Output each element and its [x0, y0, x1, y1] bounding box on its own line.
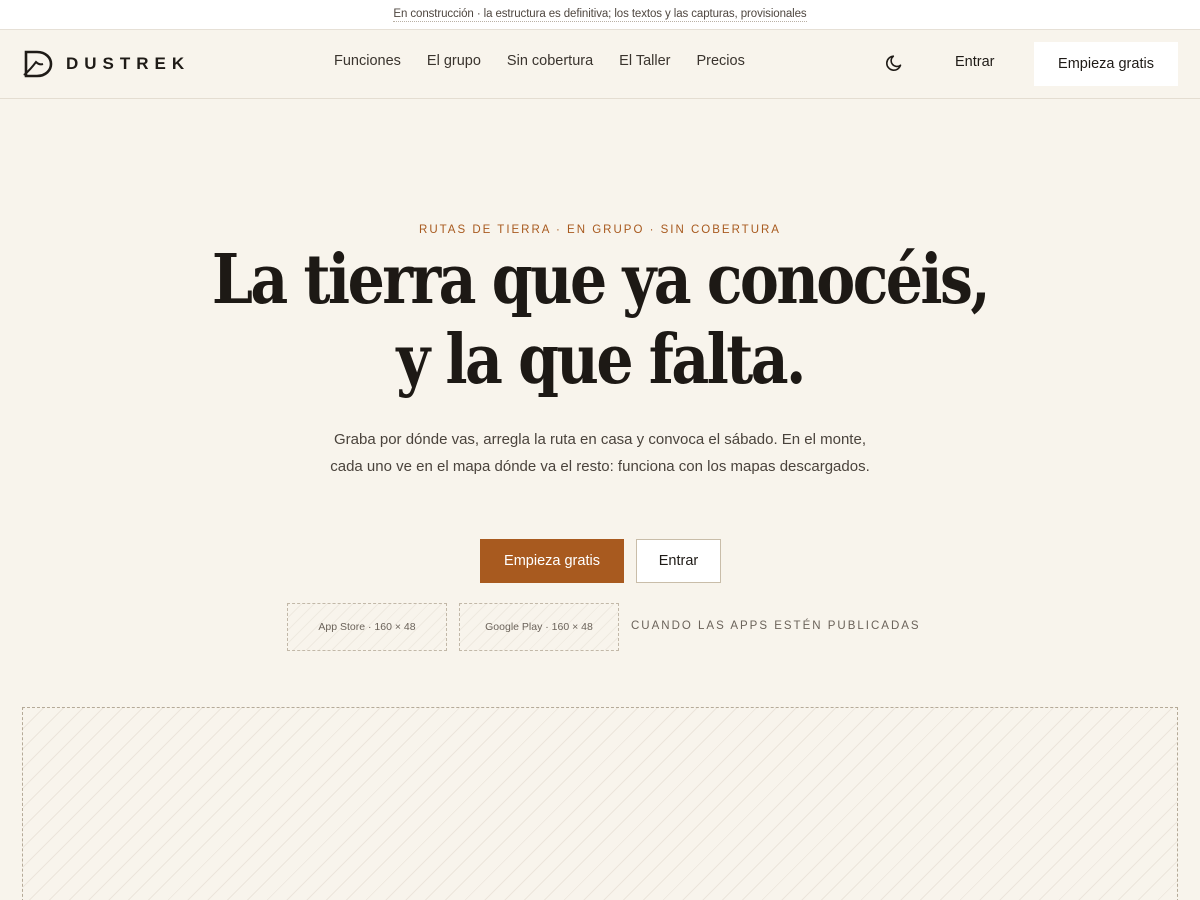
construction-banner-text[interactable]: En construcción · la estructura es defin…	[393, 8, 807, 22]
nav-item-el-grupo[interactable]: El grupo	[427, 53, 481, 69]
hero-subtitle: Graba por dónde vas, arregla la ruta en …	[330, 431, 870, 475]
nav-item-sin-cobertura[interactable]: Sin cobertura	[507, 53, 593, 69]
hero-title-line-2: y la que falta.	[396, 320, 806, 400]
construction-banner: En construcción · la estructura es defin…	[0, 0, 1200, 30]
app-store-badge-label: App Store · 160 × 48	[318, 621, 416, 633]
nav-item-funciones[interactable]: Funciones	[334, 53, 401, 69]
main-nav: Funciones El grupo Sin cobertura El Tall…	[334, 53, 745, 69]
header-login-link[interactable]: Entrar	[955, 54, 995, 70]
hero-title-line-1: La tierra que ya conocéis,	[211, 240, 991, 320]
app-store-badge-placeholder[interactable]: App Store · 160 × 48	[287, 603, 447, 651]
hero-login-button[interactable]: Entrar	[636, 539, 721, 583]
stores-availability-note: CUANDO LAS APPS ESTÉN PUBLICADAS	[631, 620, 921, 632]
google-play-badge-placeholder[interactable]: Google Play · 160 × 48	[459, 603, 619, 651]
google-play-badge-label: Google Play · 160 × 48	[485, 621, 593, 633]
nav-item-el-taller[interactable]: El Taller	[619, 53, 670, 69]
nav-item-precios[interactable]: Precios	[696, 53, 744, 69]
dustrek-logo-icon	[23, 50, 53, 78]
hero-signup-button[interactable]: Empieza gratis	[480, 539, 624, 583]
header-signup-button[interactable]: Empieza gratis	[1034, 42, 1178, 86]
brand-logo[interactable]: DUSTREK	[22, 49, 190, 79]
hero-eyebrow: RUTAS DE TIERRA · EN GRUPO · SIN COBERTU…	[419, 224, 781, 236]
brand-name: DUSTREK	[66, 54, 191, 73]
hero-title: La tierra que ya conocéis, y la que falt…	[84, 240, 1116, 400]
site-header: DUSTREK Funciones El grupo Sin cobertura…	[0, 30, 1200, 99]
moon-icon[interactable]	[884, 52, 906, 74]
app-screenshot-placeholder	[22, 707, 1178, 900]
